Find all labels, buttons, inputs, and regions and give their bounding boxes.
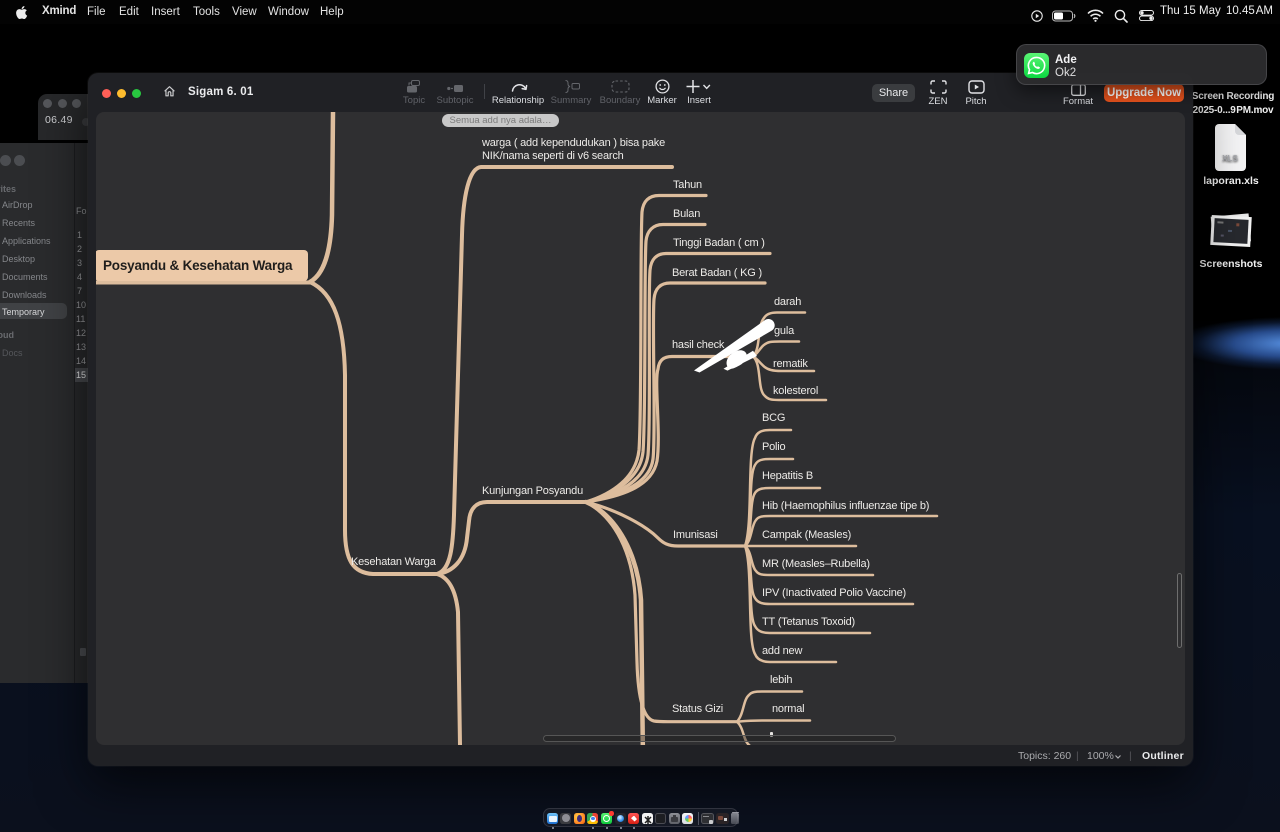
svg-text:XLS: XLS — [1222, 154, 1238, 163]
